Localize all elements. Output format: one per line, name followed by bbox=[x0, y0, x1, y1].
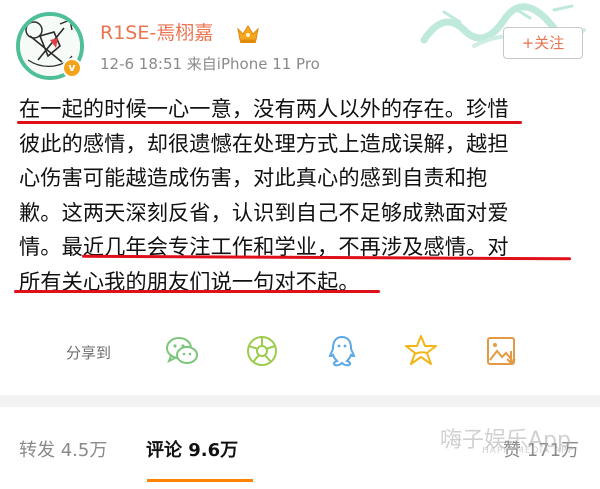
share-bar: 分享到 bbox=[0, 328, 600, 380]
crown-icon bbox=[237, 25, 259, 43]
avatar[interactable]: v bbox=[16, 12, 84, 80]
wechat-icon[interactable] bbox=[164, 333, 200, 369]
verified-badge-icon: v bbox=[62, 58, 82, 78]
share-label: 分享到 bbox=[66, 344, 112, 362]
post-header: v R1SE-焉栩嘉 12-6 18:51 来自iPhone 11 Pro +关… bbox=[0, 0, 600, 92]
qzone-icon[interactable] bbox=[403, 333, 439, 369]
watermark-subtitle: HAPPYMEDIA APP bbox=[482, 446, 575, 456]
active-tab-indicator bbox=[147, 479, 253, 482]
post-line: 所有关心我的朋友们说一句对不起。 bbox=[19, 268, 360, 294]
post-line: 心伤害可能越造成伤害，对此真心的感到自责和抱 bbox=[19, 165, 488, 190]
post-line: 歉。这两天深刻反省，认识到自己不足够成熟面对爱 bbox=[19, 199, 509, 225]
moments-icon[interactable] bbox=[244, 333, 280, 369]
qq-icon[interactable] bbox=[324, 333, 360, 369]
post-meta: 12-6 18:51 来自iPhone 11 Pro bbox=[100, 55, 320, 73]
section-divider bbox=[0, 395, 600, 407]
tab-repost[interactable]: 转发 4.5万 bbox=[19, 439, 107, 463]
post-line: 彼此的感情，却很遗憾在处理方式上造成误解，越担 bbox=[19, 130, 509, 156]
follow-button[interactable]: +关注 bbox=[503, 27, 583, 59]
save-image-icon[interactable] bbox=[483, 333, 519, 369]
red-underline bbox=[17, 121, 522, 124]
red-underline bbox=[14, 290, 380, 293]
user-name[interactable]: R1SE-焉栩嘉 bbox=[100, 21, 213, 45]
tab-comment[interactable]: 评论 9.6万 bbox=[146, 439, 238, 463]
